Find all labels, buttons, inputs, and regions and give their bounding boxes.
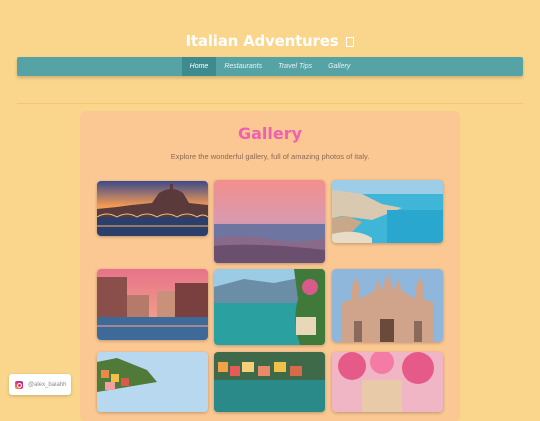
nav-home[interactable]: Home [181, 57, 217, 76]
nav-gallery[interactable]: Gallery [320, 57, 358, 76]
photo-rome-vatican[interactable] [97, 181, 208, 236]
photo-pink-flowers[interactable] [332, 352, 443, 412]
photo-portofino[interactable] [214, 352, 325, 412]
site-title-text: Italian Adventures [185, 32, 339, 50]
social-badge[interactable]: @alex_baiahh [9, 374, 71, 395]
site-title: Italian Adventures [0, 32, 540, 50]
nav-restaurants[interactable]: Restaurants [216, 57, 270, 76]
nav-travel-tips[interactable]: Travel Tips [270, 57, 320, 76]
italy-flag-icon [346, 37, 355, 47]
instagram-handle: @alex_baiahh [28, 381, 67, 388]
photo-cinque-terre[interactable] [97, 352, 208, 412]
photo-lake-como[interactable] [214, 269, 325, 345]
photo-amalfi-coast[interactable] [332, 180, 443, 243]
gallery-subtitle: Explore the wonderful gallery, full of a… [170, 152, 370, 161]
gallery-title: Gallery [237, 124, 303, 143]
main-navbar: Home Restaurants Travel Tips Gallery [17, 57, 523, 76]
photo-milan-duomo[interactable] [332, 269, 443, 342]
instagram-icon [15, 380, 23, 389]
header-divider [17, 103, 523, 104]
photo-venice-canal[interactable] [97, 269, 208, 340]
photo-pink-sea-sunset[interactable] [214, 180, 325, 263]
